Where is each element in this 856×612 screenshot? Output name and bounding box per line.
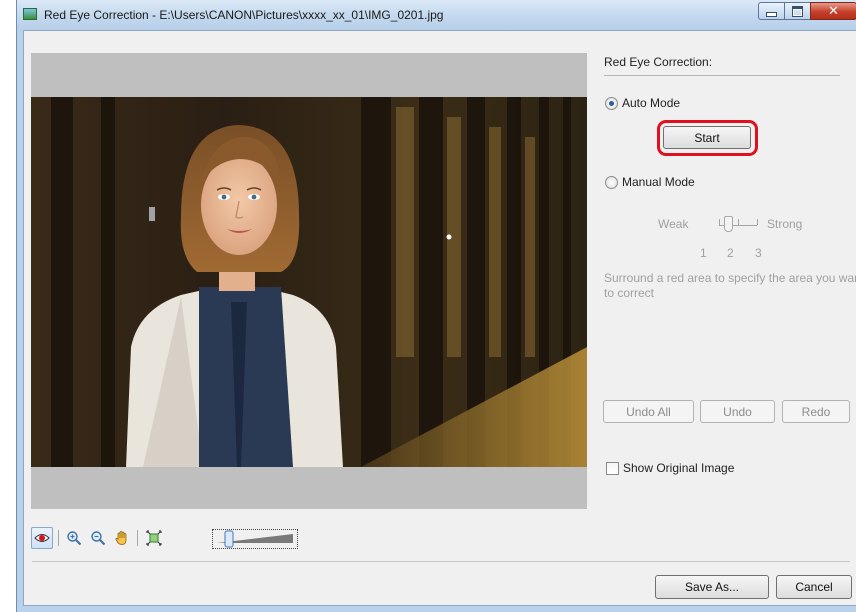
save-as-button[interactable]: Save As... xyxy=(655,575,769,599)
app-icon xyxy=(23,8,37,20)
redo-button[interactable]: Redo xyxy=(782,400,850,423)
hand-pan-button[interactable] xyxy=(111,527,133,549)
undo-button[interactable]: Undo xyxy=(700,400,775,423)
instruction-text-line1: Surround a red area to specify the area … xyxy=(604,271,856,285)
zoom-slider-graphic xyxy=(217,530,293,548)
auto-mode-radio[interactable] xyxy=(605,97,618,110)
auto-mode-label[interactable]: Auto Mode xyxy=(622,96,680,110)
red-eye-tool-button[interactable] xyxy=(31,527,53,549)
red-eye-tool-icon xyxy=(34,534,50,542)
close-button[interactable]: ✕ xyxy=(810,2,856,20)
start-button[interactable]: Start xyxy=(663,126,751,149)
maximize-icon xyxy=(792,5,803,17)
image-preview-area[interactable] xyxy=(31,53,587,509)
strength-level-2: 2 xyxy=(727,246,734,260)
fit-to-window-button[interactable] xyxy=(143,527,165,549)
minimize-button[interactable] xyxy=(758,2,785,20)
undo-all-button[interactable]: Undo All xyxy=(603,400,694,423)
minimize-icon xyxy=(766,11,777,17)
panel-divider xyxy=(604,75,840,76)
manual-mode-label[interactable]: Manual Mode xyxy=(622,175,695,189)
window-title: Red Eye Correction - E:\Users\CANON\Pict… xyxy=(44,8,444,22)
strength-tick xyxy=(719,219,720,225)
panel-title: Red Eye Correction: xyxy=(604,55,713,69)
strength-weak-label: Weak xyxy=(658,217,689,231)
strength-tick xyxy=(757,219,758,225)
zoom-in-icon xyxy=(67,531,82,546)
show-original-label[interactable]: Show Original Image xyxy=(623,461,734,475)
zoom-slider[interactable] xyxy=(212,529,298,549)
portrait-photo xyxy=(31,97,587,467)
toolbar-separator xyxy=(137,530,138,546)
strength-level-3: 3 xyxy=(755,246,762,260)
cancel-button[interactable]: Cancel xyxy=(776,575,852,599)
footer-divider xyxy=(32,561,850,562)
red-eye-correction-window: Red Eye Correction - E:\Users\CANON\Pict… xyxy=(16,0,856,612)
maximize-button[interactable] xyxy=(784,2,811,20)
strength-slider-thumb[interactable] xyxy=(724,216,733,232)
dialog-client-area: Red Eye Correction: Auto Mode Start Manu… xyxy=(23,30,856,606)
toolbar-separator xyxy=(58,530,59,546)
strength-tick xyxy=(738,219,739,225)
title-bar[interactable]: Red Eye Correction - E:\Users\CANON\Pict… xyxy=(17,0,856,30)
preview-toolbar xyxy=(31,527,331,551)
fit-to-window-icon xyxy=(146,530,162,546)
hand-pan-icon xyxy=(115,531,127,545)
show-original-checkbox[interactable] xyxy=(606,462,619,475)
strength-level-1: 1 xyxy=(700,246,707,260)
zoom-in-button[interactable] xyxy=(63,527,85,549)
zoom-out-button[interactable] xyxy=(87,527,109,549)
manual-mode-radio[interactable] xyxy=(605,176,618,189)
photo-preview[interactable] xyxy=(31,97,587,467)
zoom-out-icon xyxy=(91,531,106,546)
close-icon: ✕ xyxy=(828,3,839,19)
strength-strong-label: Strong xyxy=(767,217,803,231)
instruction-text-line2: to correct xyxy=(604,286,655,300)
